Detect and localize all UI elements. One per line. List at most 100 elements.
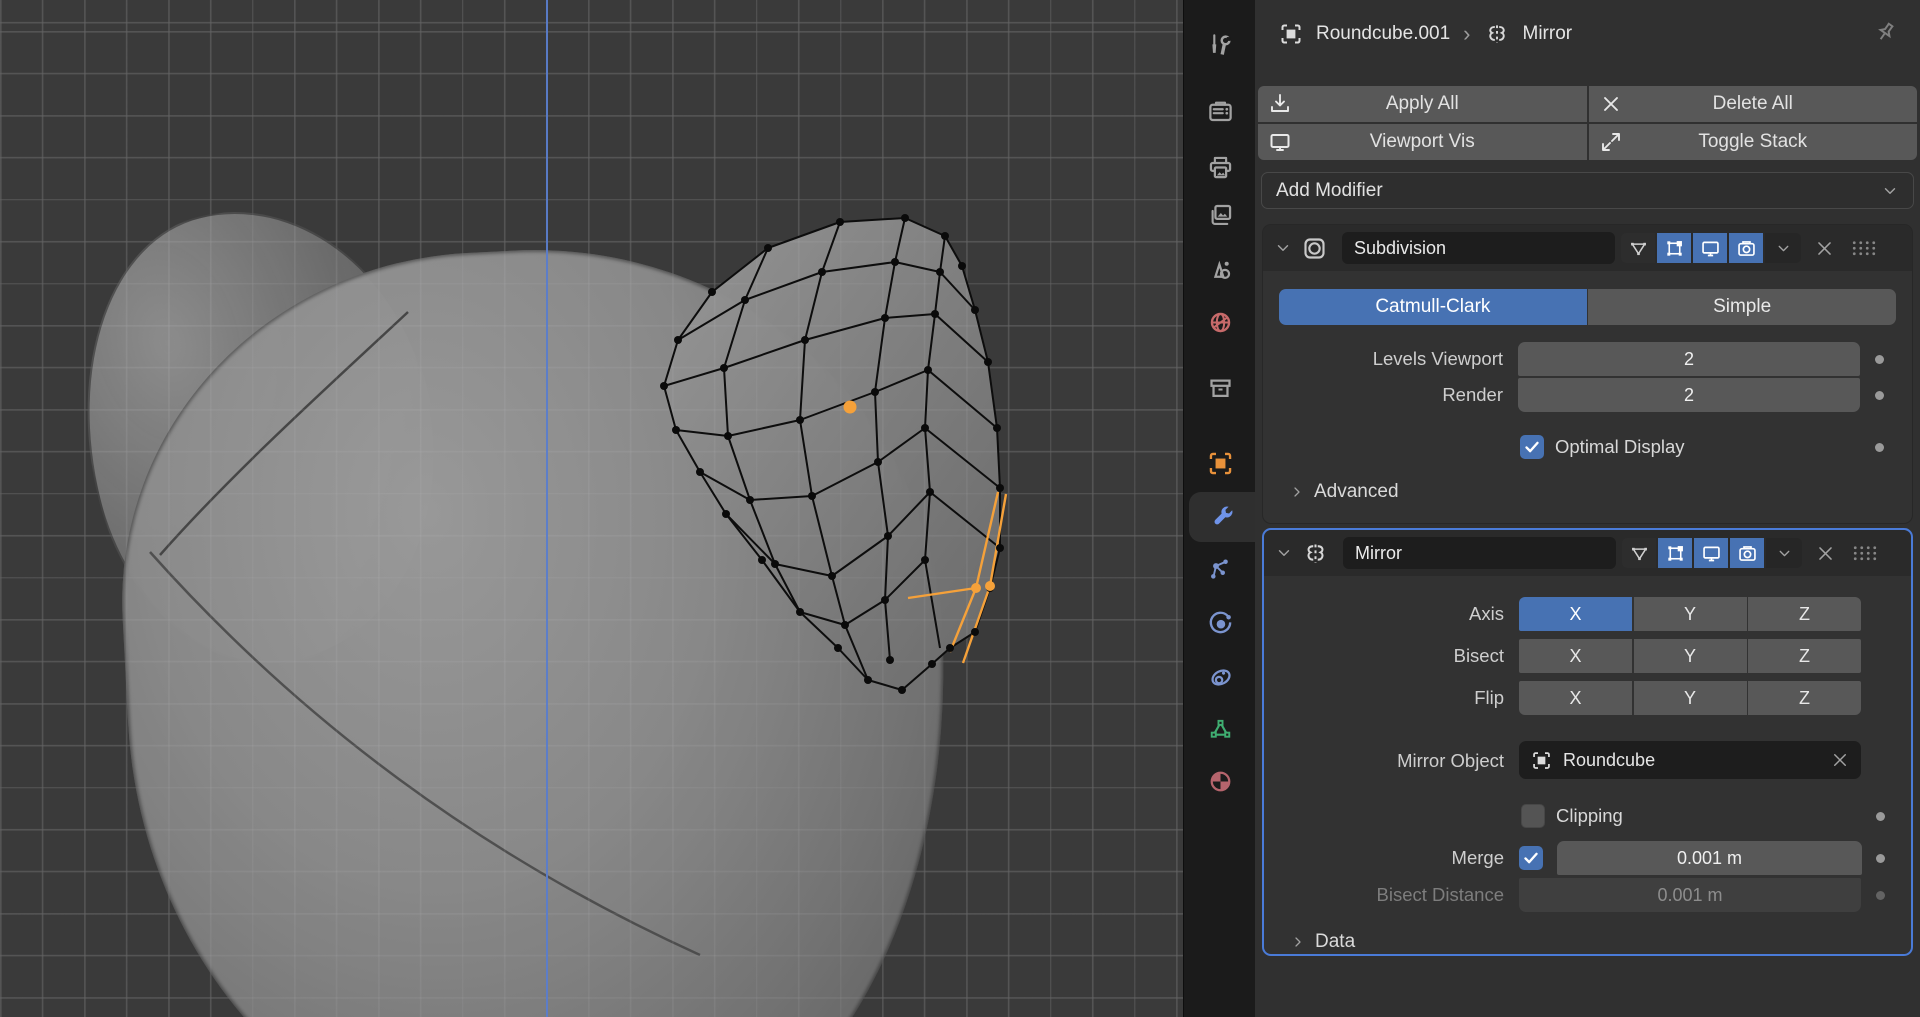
axis-label: Axis	[1469, 603, 1504, 624]
bisect-distance-label: Bisect Distance	[1376, 884, 1505, 905]
toggle-realtime[interactable]	[1693, 233, 1727, 263]
apply-all-button[interactable]: Apply All	[1258, 86, 1587, 122]
bisect-label: Bisect	[1453, 645, 1504, 666]
mirror-object-field[interactable]: Roundcube	[1519, 741, 1861, 779]
chevron-down-icon	[1884, 187, 1896, 194]
tab-scene-properties[interactable]	[1184, 245, 1256, 295]
levels-viewport-row: Levels Viewport 2	[1263, 342, 1912, 376]
add-modifier-dropdown[interactable]: Add Modifier	[1261, 172, 1914, 209]
bisect-z-button[interactable]: Z	[1748, 639, 1861, 673]
tab-view-layer-properties[interactable]	[1184, 190, 1256, 240]
viewport-vis-button[interactable]: Viewport Vis	[1258, 124, 1587, 160]
mirror-icon	[1488, 25, 1505, 43]
z-axis-line	[546, 0, 548, 1017]
mirror-object-row: Mirror Object Roundcube	[1264, 741, 1911, 781]
tab-output-properties[interactable]	[1184, 142, 1256, 192]
display-toggles	[1621, 233, 1763, 263]
expand-icon	[1601, 133, 1620, 151]
levels-viewport-label: Levels Viewport	[1372, 348, 1503, 369]
advanced-subpanel[interactable]: Advanced	[1263, 475, 1912, 509]
mirror-object-value: Roundcube	[1563, 749, 1656, 770]
toggle-on-cage[interactable]	[1621, 233, 1655, 263]
toggle-on-cage[interactable]	[1622, 538, 1656, 568]
tab-render-properties[interactable]	[1184, 86, 1256, 136]
chevron-right-icon	[1295, 937, 1301, 947]
bisect-distance-row: Bisect Distance 0.001 m	[1264, 878, 1911, 912]
collapse-chevron-icon[interactable]	[1274, 239, 1292, 257]
axis-x-button[interactable]: X	[1519, 597, 1632, 631]
toggle-edit-mode[interactable]	[1658, 538, 1692, 568]
tab-material-properties[interactable]	[1184, 756, 1256, 806]
decorator-dot[interactable]	[1876, 812, 1885, 821]
breadcrumb-modifier[interactable]: Mirror	[1523, 23, 1573, 45]
collapse-chevron-icon[interactable]	[1275, 544, 1293, 562]
modifier-extras-menu[interactable]	[1766, 538, 1802, 568]
x-icon	[1603, 97, 1618, 111]
toggle-render[interactable]	[1729, 233, 1763, 263]
decorator-dot[interactable]	[1875, 391, 1884, 400]
tab-world-properties[interactable]	[1184, 297, 1256, 347]
tab-object-data-properties[interactable]	[1184, 703, 1256, 753]
optimal-display-checkbox[interactable]	[1520, 435, 1544, 459]
toggle-render[interactable]	[1730, 538, 1764, 568]
3d-viewport[interactable]	[0, 0, 1183, 1017]
render-levels-row: Render 2	[1263, 378, 1912, 412]
data-subpanel[interactable]: Data	[1264, 925, 1911, 959]
tab-tool[interactable]	[1184, 20, 1256, 70]
subdivision-panel-header[interactable]: Subdivision	[1263, 225, 1912, 271]
tab-constraint-properties[interactable]	[1184, 651, 1256, 701]
clipping-label: Clipping	[1556, 805, 1623, 826]
toggle-realtime[interactable]	[1694, 538, 1728, 568]
flip-z-button[interactable]: Z	[1748, 681, 1861, 715]
tab-physics-properties[interactable]	[1184, 598, 1256, 648]
drag-handle-icon[interactable]	[1851, 239, 1877, 257]
tab-object-properties[interactable]	[1184, 438, 1256, 488]
drag-handle-icon[interactable]	[1852, 544, 1878, 562]
tab-collection-properties[interactable]	[1184, 363, 1256, 413]
axis-y-button[interactable]: Y	[1633, 597, 1747, 631]
modifier-close-button[interactable]	[1809, 233, 1839, 263]
modifier-name-field[interactable]: Mirror	[1343, 537, 1616, 569]
mirror-object-label: Mirror Object	[1397, 750, 1504, 771]
clear-object-icon[interactable]	[1831, 751, 1849, 769]
clipping-checkbox[interactable]	[1521, 804, 1545, 828]
properties-panel: Roundcube.001 › Mirror Apply All Delete …	[1255, 0, 1920, 1017]
bisect-distance-field: 0.001 m	[1519, 878, 1861, 912]
decorator-dot[interactable]	[1876, 891, 1885, 900]
object-icon	[1281, 24, 1301, 44]
flip-row: Flip X Y Z	[1264, 681, 1911, 715]
simple-button[interactable]: Simple	[1588, 289, 1896, 325]
merge-threshold-field[interactable]: 0.001 m	[1557, 841, 1862, 875]
subdivision-modifier-panel: Subdivision Catmull-Clark Simple Levels …	[1262, 224, 1913, 524]
breadcrumb: Roundcube.001 › Mirror	[1279, 14, 1860, 54]
decorator-dot[interactable]	[1876, 854, 1885, 863]
bisect-y-button[interactable]: Y	[1633, 639, 1747, 673]
decorator-dot[interactable]	[1875, 355, 1884, 364]
subdivision-algorithm-segment: Catmull-Clark Simple	[1279, 289, 1896, 325]
merge-checkbox[interactable]	[1519, 846, 1543, 870]
breadcrumb-object[interactable]: Roundcube.001	[1316, 23, 1450, 45]
toggle-stack-button[interactable]: Toggle Stack	[1588, 124, 1917, 160]
modifier-close-button[interactable]	[1810, 538, 1840, 568]
delete-all-button[interactable]: Delete All	[1588, 86, 1917, 122]
toggle-edit-mode[interactable]	[1657, 233, 1691, 263]
mirror-modifier-panel: Mirror Axis X Y Z Bisect X Y Z Flip X Y …	[1262, 528, 1913, 956]
bisect-x-button[interactable]: X	[1519, 639, 1632, 673]
pin-icon[interactable]	[1872, 20, 1898, 46]
tab-modifier-properties[interactable]	[1189, 492, 1256, 542]
tab-particle-properties[interactable]	[1184, 545, 1256, 595]
decorator-dot[interactable]	[1875, 443, 1884, 452]
flip-x-button[interactable]: X	[1519, 681, 1632, 715]
clipping-row: Clipping	[1264, 799, 1911, 833]
mirror-panel-header[interactable]: Mirror	[1264, 530, 1911, 576]
levels-viewport-field[interactable]: 2	[1518, 342, 1860, 376]
modifier-name-field[interactable]: Subdivision	[1342, 232, 1615, 264]
flip-y-button[interactable]: Y	[1633, 681, 1747, 715]
modifier-toolbar: Apply All Delete All Viewport Vis Toggle…	[1258, 86, 1917, 160]
object-icon	[1533, 751, 1550, 769]
modifier-extras-menu[interactable]	[1765, 233, 1801, 263]
axis-z-button[interactable]: Z	[1748, 597, 1861, 631]
optimal-display-label: Optimal Display	[1555, 436, 1685, 457]
catmull-clark-button[interactable]: Catmull-Clark	[1279, 289, 1587, 325]
render-levels-field[interactable]: 2	[1518, 378, 1860, 412]
